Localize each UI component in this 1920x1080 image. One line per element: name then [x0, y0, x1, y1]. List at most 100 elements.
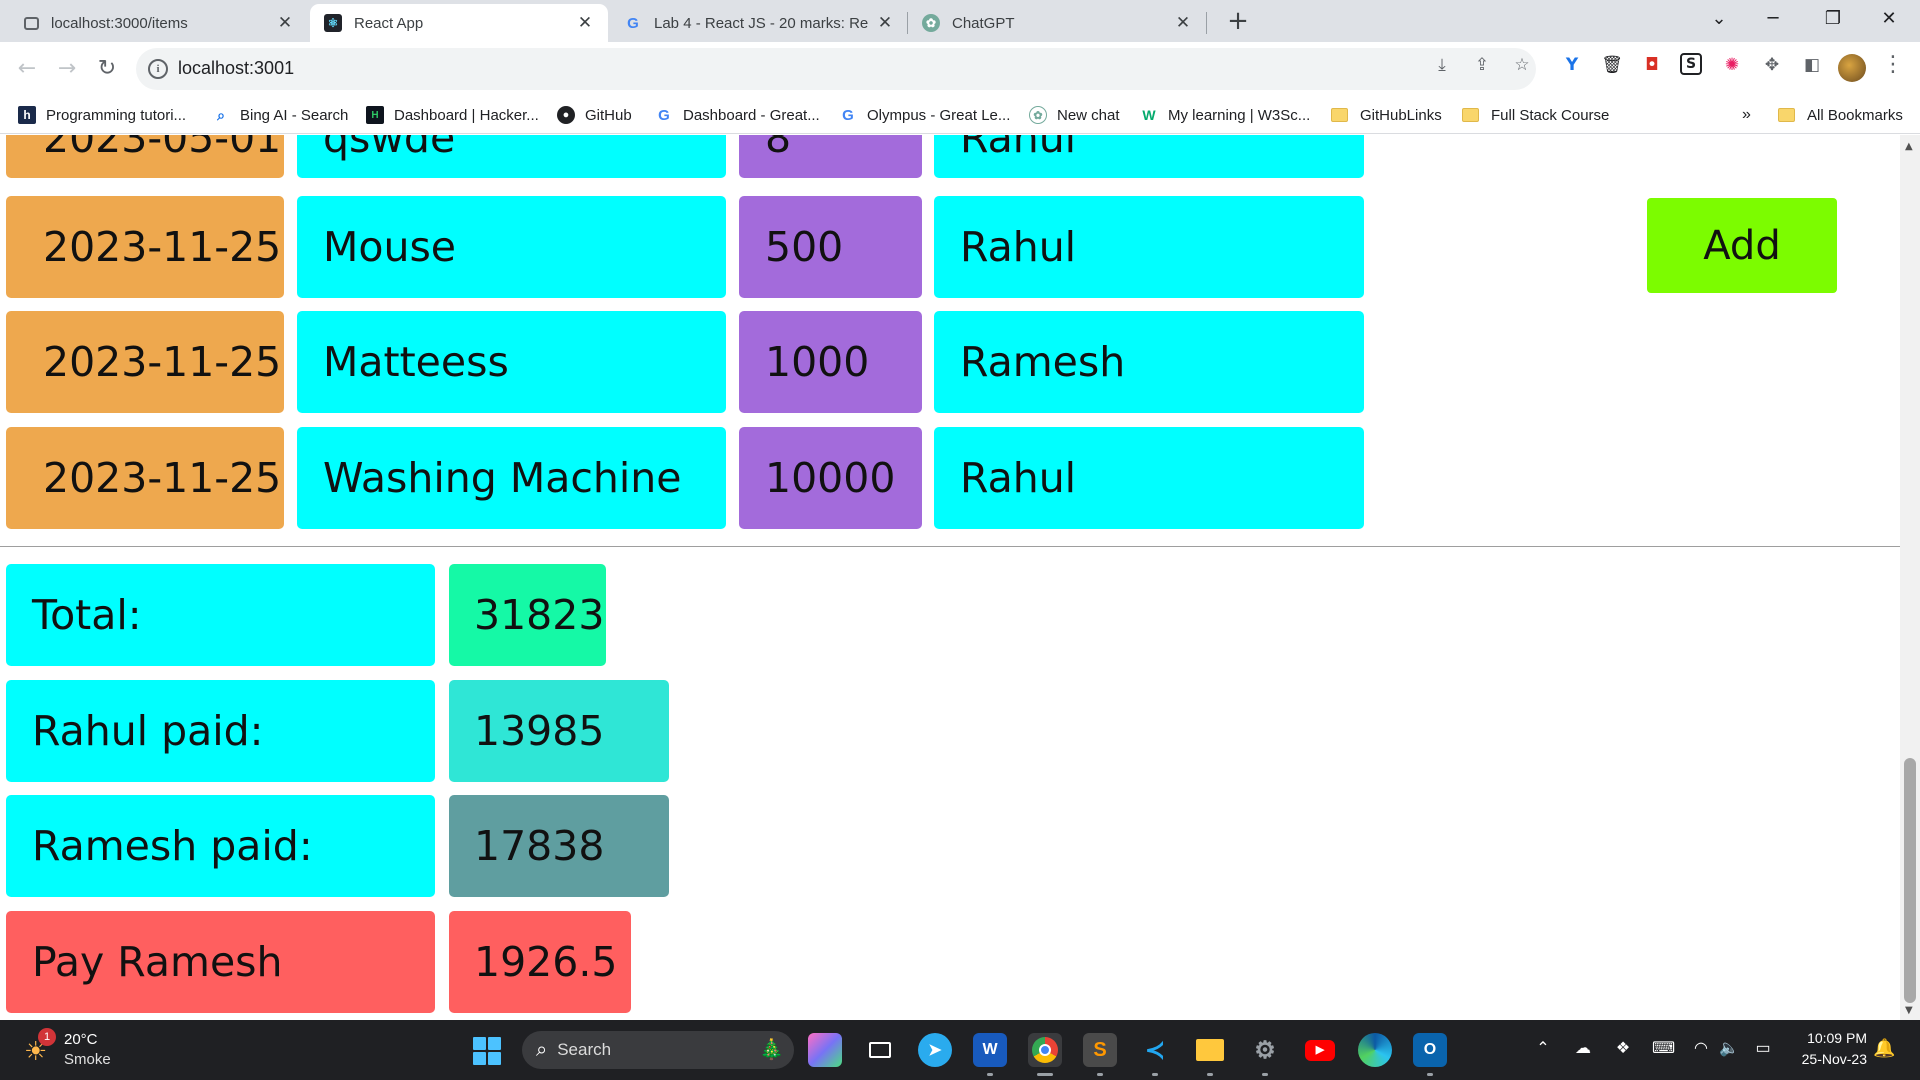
wifi-icon[interactable]: ◠: [1690, 1038, 1712, 1060]
word-icon[interactable]: W: [973, 1033, 1007, 1076]
expense-name-cell: Ramesh: [934, 311, 1364, 413]
w3schools-icon: W: [1142, 107, 1156, 123]
expense-name-cell: Rahul: [934, 427, 1364, 529]
profile-avatar[interactable]: [1838, 54, 1866, 82]
scroll-up-arrow-icon[interactable]: ▲: [1905, 141, 1913, 152]
info-icon[interactable]: i: [148, 59, 168, 79]
rahul-paid-value: 13985: [449, 680, 669, 782]
clock-time[interactable]: 10:09 PM: [1795, 1030, 1867, 1046]
volume-icon[interactable]: 🔈: [1718, 1038, 1740, 1060]
search-icon: ⌕: [217, 106, 225, 123]
expense-amount-cell: 1000: [739, 311, 922, 413]
dropbox-icon[interactable]: ❖: [1612, 1038, 1634, 1060]
file-explorer-icon[interactable]: [1193, 1033, 1227, 1076]
s-extension-icon[interactable]: S: [1680, 53, 1702, 75]
outlook-icon[interactable]: O: [1413, 1033, 1447, 1076]
close-tab-icon[interactable]: ✕: [1174, 13, 1192, 33]
bookmark-item[interactable]: ⌕ Bing AI - Search: [212, 102, 348, 128]
task-view-icon[interactable]: [863, 1033, 897, 1067]
clock-date[interactable]: 25-Nov-23: [1790, 1051, 1867, 1067]
settings-gear-icon[interactable]: ⚙: [1248, 1033, 1282, 1076]
notification-badge: 1: [38, 1028, 56, 1046]
close-window-button[interactable]: ✕: [1866, 0, 1912, 40]
youtube-icon[interactable]: ▶: [1303, 1033, 1337, 1067]
back-arrow-icon[interactable]: ←: [10, 52, 44, 86]
new-tab-button[interactable]: +: [1222, 6, 1254, 38]
notification-bell-icon[interactable]: 🔔: [1873, 1038, 1895, 1059]
bookmark-item[interactable]: H Dashboard | Hacker...: [366, 102, 539, 128]
page-scrollbar[interactable]: ▲ ▼: [1900, 135, 1920, 1020]
chrome-icon[interactable]: [1028, 1033, 1062, 1076]
google-icon: G: [627, 14, 639, 32]
folder-icon: [1331, 108, 1348, 122]
tab-title: localhost:3000/items: [51, 14, 188, 32]
tab-title: ChatGPT: [952, 14, 1015, 32]
forward-arrow-icon[interactable]: →: [50, 52, 84, 86]
google-icon: G: [658, 106, 670, 124]
bookmark-item[interactable]: G Dashboard - Great...: [655, 102, 820, 128]
scroll-down-arrow-icon[interactable]: ▼: [1905, 1005, 1913, 1016]
telegram-icon[interactable]: ➤: [918, 1033, 952, 1067]
bookmark-item[interactable]: ● GitHub: [557, 102, 632, 128]
add-button[interactable]: Add: [1647, 198, 1837, 293]
close-tab-icon[interactable]: ✕: [576, 13, 594, 33]
windows-start-icon[interactable]: [473, 1037, 501, 1065]
tab-react-app[interactable]: ⚛ React App ✕: [310, 4, 608, 42]
expense-desc-cell: Matteess: [297, 311, 726, 413]
close-tab-icon[interactable]: ✕: [876, 13, 894, 33]
expense-amount-cell: 8: [739, 135, 922, 178]
reload-icon[interactable]: ↻: [90, 52, 124, 86]
all-bookmarks-folder[interactable]: All Bookmarks: [1778, 102, 1903, 128]
show-hidden-icons-chevron[interactable]: ⌃: [1532, 1038, 1554, 1060]
sublime-text-icon[interactable]: S: [1083, 1033, 1117, 1076]
bookmark-item[interactable]: W My learning | W3Sc...: [1140, 102, 1310, 128]
bookmark-label: All Bookmarks: [1807, 106, 1903, 124]
trash-extension-icon[interactable]: 🗑: [1600, 53, 1624, 77]
side-panel-icon[interactable]: ◧: [1800, 53, 1824, 77]
expense-date-cell: 2023-11-25: [6, 196, 284, 298]
tab-search-icon[interactable]: ⌄: [1696, 0, 1742, 40]
minimize-button[interactable]: ─: [1750, 0, 1796, 40]
bookmark-item[interactable]: ✿ New chat: [1029, 102, 1120, 128]
search-placeholder: Search: [557, 1040, 612, 1059]
address-bar[interactable]: i localhost:3001: [136, 48, 1536, 90]
scrollbar-thumb[interactable]: [1904, 758, 1916, 1003]
settlement-value: 1926.5: [449, 911, 631, 1013]
extension-v-icon[interactable]: Y: [1560, 53, 1584, 77]
tab-chatgpt[interactable]: ✿ ChatGPT ✕: [908, 4, 1206, 42]
battery-icon[interactable]: ▭: [1752, 1038, 1774, 1060]
bookmark-item[interactable]: G Olympus - Great Le...: [839, 102, 1010, 128]
onedrive-cloud-icon[interactable]: ☁: [1572, 1038, 1594, 1060]
tab-lab4[interactable]: G Lab 4 - React JS - 20 marks: Reac ✕: [610, 4, 908, 42]
share-icon[interactable]: ⇪: [1470, 53, 1494, 77]
menu-dots-icon[interactable]: ⋮: [1882, 52, 1904, 77]
shield-extension-icon[interactable]: ◘: [1640, 53, 1664, 77]
bookmarks-overflow-button[interactable]: »: [1742, 102, 1751, 128]
bookmark-folder[interactable]: Full Stack Course: [1462, 102, 1609, 128]
edge-icon[interactable]: [1358, 1033, 1392, 1067]
weather-description: Smoke: [64, 1051, 111, 1068]
close-tab-icon[interactable]: ✕: [276, 13, 294, 33]
color-wheel-icon[interactable]: ✺: [1720, 53, 1744, 77]
bookmark-item[interactable]: h Programming tutori...: [18, 102, 186, 128]
vscode-icon[interactable]: ≺: [1138, 1033, 1172, 1076]
copilot-icon[interactable]: [808, 1033, 842, 1067]
tab-localhost-items[interactable]: localhost:3000/items ✕: [10, 4, 308, 42]
bookmark-label: Bing AI - Search: [240, 106, 349, 124]
bookmark-label: Dashboard | Hacker...: [394, 106, 539, 124]
keyboard-icon[interactable]: ⌨: [1652, 1038, 1675, 1060]
restore-button[interactable]: ❐: [1810, 0, 1856, 40]
bookmark-star-icon[interactable]: ☆: [1510, 53, 1534, 77]
expense-name-cell: Rahul: [934, 196, 1364, 298]
folder-icon: [1462, 108, 1479, 122]
ramesh-paid-label: Ramesh paid:: [6, 795, 435, 897]
react-icon: ⚛: [324, 14, 342, 32]
extensions-puzzle-icon[interactable]: ✥: [1760, 53, 1784, 77]
bookmark-folder[interactable]: GitHubLinks: [1331, 102, 1442, 128]
download-icon[interactable]: ⤓: [1430, 53, 1454, 77]
taskbar-search-box[interactable]: ⌕ Search 🎄: [522, 1031, 794, 1069]
ramesh-paid-value: 17838: [449, 795, 669, 897]
expense-name-cell: Rahul: [934, 135, 1364, 178]
google-icon: G: [842, 106, 854, 124]
expense-amount-cell: 500: [739, 196, 922, 298]
